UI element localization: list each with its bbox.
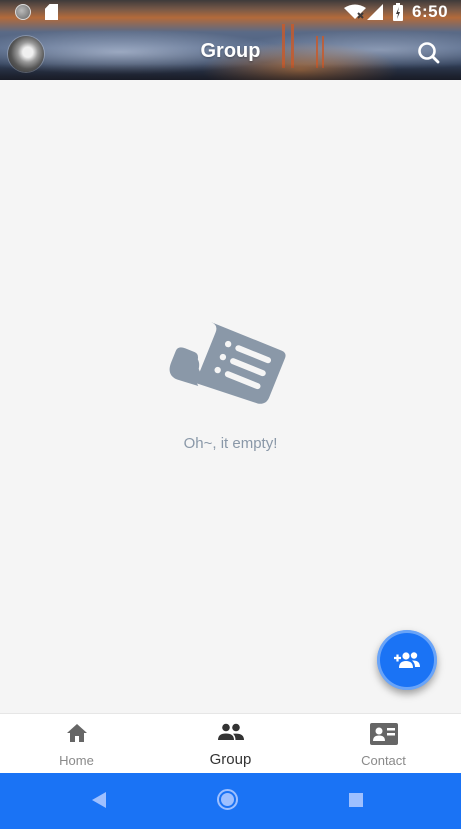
contact-card-icon	[369, 723, 398, 745]
tab-group-label: Group	[209, 751, 252, 768]
bottom-navigation: Home Group Contact	[0, 713, 461, 773]
home-circle-icon[interactable]	[217, 789, 238, 810]
cell-signal-icon	[367, 4, 383, 20]
tab-group[interactable]: Group	[154, 714, 307, 774]
document-list-icon	[169, 322, 286, 404]
home-icon	[66, 724, 87, 742]
wifi-icon	[344, 4, 366, 19]
back-icon[interactable]	[92, 792, 106, 808]
record-dot-icon	[15, 4, 31, 20]
add-group-button[interactable]	[377, 630, 437, 690]
recents-square-icon[interactable]	[349, 793, 363, 807]
app-screen: 6:50 Group Oh~, it empty! Home Group Con…	[0, 0, 461, 829]
tab-contact[interactable]: Contact	[307, 714, 460, 774]
status-bar: 6:50	[0, 0, 461, 24]
group-icon	[217, 723, 244, 740]
add-group-icon	[394, 652, 420, 668]
tab-home[interactable]: Home	[0, 714, 153, 774]
empty-state-message: Oh~, it empty!	[183, 435, 278, 452]
system-navigation-bar	[0, 773, 461, 829]
search-icon[interactable]	[416, 40, 442, 66]
tab-home-label: Home	[59, 753, 94, 768]
sd-card-icon	[45, 4, 58, 20]
status-time: 6:50	[412, 2, 449, 21]
tab-contact-label: Contact	[361, 753, 406, 768]
home-circle-inner	[221, 793, 234, 806]
page-title: Group	[200, 40, 261, 62]
battery-icon	[393, 3, 403, 21]
